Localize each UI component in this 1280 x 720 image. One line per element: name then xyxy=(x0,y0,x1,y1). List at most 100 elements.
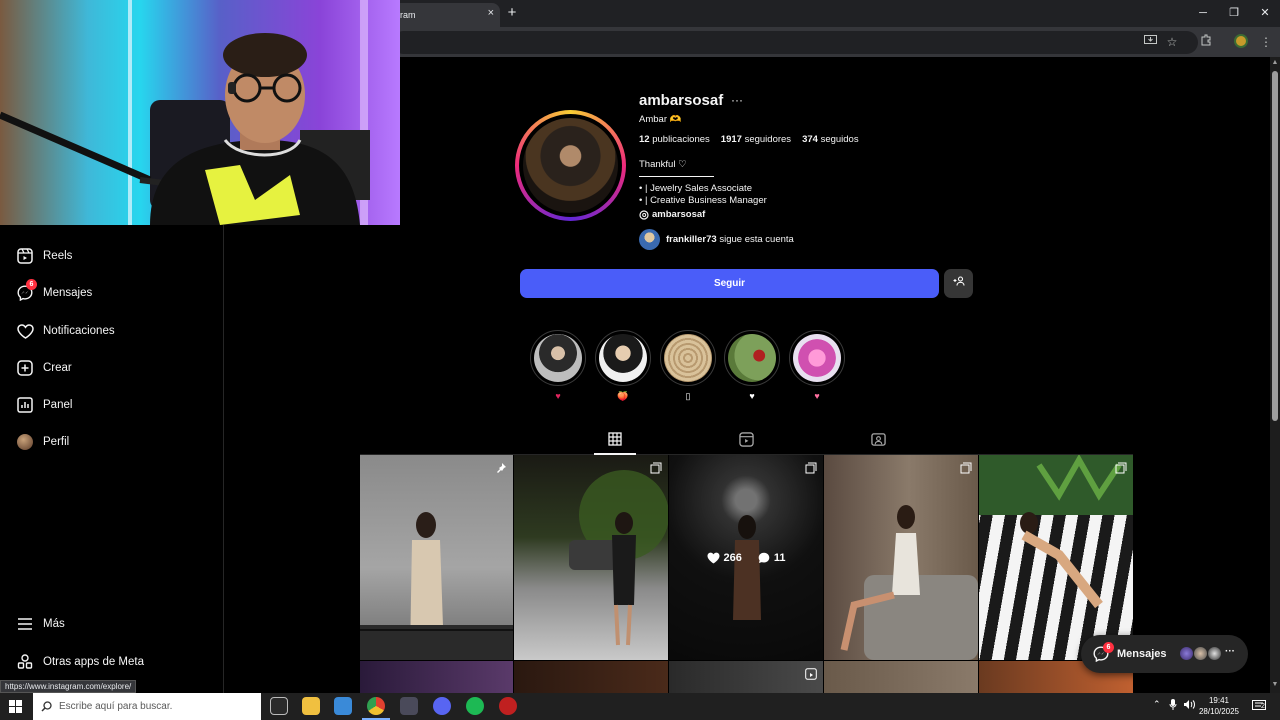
following-count: 374 xyxy=(802,134,818,145)
posts-label: publicaciones xyxy=(652,134,710,145)
restore-icon[interactable]: ❐ xyxy=(1224,5,1244,21)
post-tile[interactable] xyxy=(360,661,513,693)
post-tile[interactable] xyxy=(669,661,823,693)
highlight-label: ♥ xyxy=(555,391,561,401)
sidebar-item-label: Perfil xyxy=(43,436,70,448)
profile-story-ring[interactable] xyxy=(515,110,626,221)
sidebar-item-reels[interactable]: Reels xyxy=(16,244,72,268)
tab-reels[interactable] xyxy=(737,430,755,448)
minimize-icon[interactable]: ─ xyxy=(1193,5,1213,21)
sidebar-item-create[interactable]: Crear xyxy=(16,356,72,380)
messages-pill[interactable]: 6 Mensajes ··· xyxy=(1081,635,1248,673)
profile-avatar xyxy=(523,118,618,213)
heart-icon xyxy=(707,552,719,563)
post-tile[interactable] xyxy=(514,455,668,660)
messages-pill-badge: 6 xyxy=(1103,642,1114,653)
highlight-label: ▯ xyxy=(685,391,691,401)
highlight-item[interactable] xyxy=(660,330,716,386)
profile-options-icon[interactable]: ··· xyxy=(731,93,743,107)
highlight-item[interactable] xyxy=(595,330,651,386)
spotify-icon[interactable] xyxy=(466,697,484,715)
followed-by-user: frankiller73 xyxy=(666,234,717,245)
sidebar-item-notifications[interactable]: Notificaciones xyxy=(16,319,115,343)
app-icon[interactable] xyxy=(499,697,517,715)
sidebar-item-meta-apps[interactable]: Otras apps de Meta xyxy=(16,650,144,674)
highlight-item[interactable] xyxy=(530,330,586,386)
reel-icon xyxy=(805,667,817,680)
notification-center-icon[interactable]: 2 xyxy=(1252,699,1268,713)
profile-stats: 12 publicaciones 1917 seguidores 374 seg… xyxy=(639,134,859,145)
address-bar[interactable] xyxy=(392,31,1198,54)
follower-avatar xyxy=(639,229,660,250)
carousel-icon xyxy=(1115,461,1127,474)
messages-badge: 6 xyxy=(26,279,37,290)
windows-start-icon[interactable] xyxy=(9,700,22,718)
tab-close-icon[interactable]: × xyxy=(488,7,494,19)
browser-profile-avatar[interactable] xyxy=(1234,34,1248,48)
follow-button[interactable]: Seguir xyxy=(520,269,939,298)
tab-tagged[interactable] xyxy=(869,430,887,448)
post-tile[interactable] xyxy=(360,455,513,660)
followed-by[interactable]: frankiller73 sigue esta cuenta xyxy=(639,229,794,250)
tab-posts[interactable] xyxy=(606,430,624,448)
scroll-down-icon[interactable]: ▼ xyxy=(1271,681,1279,689)
page-scrollbar[interactable]: ▲ ▼ xyxy=(1270,57,1280,693)
threads-link[interactable]: ambarsosaf xyxy=(639,209,705,220)
followers-stat[interactable]: 1917 seguidores xyxy=(721,134,791,145)
browser-menu-icon[interactable]: ⋮ xyxy=(1258,34,1274,50)
extensions-icon[interactable] xyxy=(1198,34,1214,50)
dashboard-icon xyxy=(16,396,34,414)
suggested-accounts-button[interactable] xyxy=(944,269,973,298)
heart-icon xyxy=(16,322,34,340)
clock-date: 28/10/2025 xyxy=(1198,707,1240,716)
file-explorer-icon[interactable] xyxy=(302,697,320,715)
chrome-icon[interactable] xyxy=(367,697,385,715)
highlight-label: 🍑 xyxy=(617,391,629,401)
post-tile[interactable] xyxy=(824,661,978,693)
scroll-thumb[interactable] xyxy=(1272,71,1278,421)
discord-icon[interactable] xyxy=(433,697,451,715)
highlight-item[interactable] xyxy=(724,330,780,386)
highlight-item[interactable] xyxy=(789,330,845,386)
sidebar-item-messages[interactable]: 6 Mensajes xyxy=(16,279,92,305)
posts-count: 12 xyxy=(639,134,650,145)
sidebar-item-label: Reels xyxy=(43,250,73,262)
messages-more-icon[interactable]: ··· xyxy=(1225,646,1235,657)
app-icon[interactable] xyxy=(400,697,418,715)
sidebar-item-panel[interactable]: Panel xyxy=(16,393,72,417)
sidebar-item-label: Más xyxy=(43,618,65,630)
profile-avatar-icon xyxy=(16,433,34,451)
task-view-icon[interactable] xyxy=(270,697,288,715)
clock-time: 19:41 xyxy=(1208,696,1230,705)
sidebar-item-profile[interactable]: Perfil xyxy=(16,430,69,454)
followers-label: seguidores xyxy=(744,134,792,145)
add-person-icon xyxy=(953,276,965,286)
post-tile[interactable] xyxy=(824,455,978,660)
notification-count: 2 xyxy=(1261,703,1265,710)
install-app-icon[interactable] xyxy=(1142,34,1158,50)
tray-chevron-icon[interactable]: ⌃ xyxy=(1153,699,1161,710)
browser-tab[interactable]: ram × xyxy=(392,3,500,27)
bio-divider xyxy=(639,176,714,177)
messenger-icon: 6 xyxy=(16,279,37,302)
scroll-up-icon[interactable]: ▲ xyxy=(1271,59,1279,67)
conversation-avatar xyxy=(1207,646,1222,661)
new-tab-button[interactable]: + xyxy=(504,4,520,22)
following-stat[interactable]: 374 seguidos xyxy=(802,134,859,145)
taskbar-search[interactable]: Escribe aquí para buscar. xyxy=(33,693,261,720)
bookmark-star-icon[interactable]: ☆ xyxy=(1164,34,1180,50)
sidebar-item-label: Notificaciones xyxy=(43,325,115,337)
window-close-icon[interactable]: ✕ xyxy=(1255,5,1275,21)
post-tile[interactable] xyxy=(979,455,1133,660)
followed-by-text: sigue esta cuenta xyxy=(719,234,794,245)
microphone-icon[interactable] xyxy=(1169,699,1177,712)
post-tile[interactable] xyxy=(514,661,668,693)
post-hover-overlay: 266 11 xyxy=(669,455,823,660)
taskbar-clock[interactable]: 19:41 28/10/2025 xyxy=(1195,695,1243,717)
sidebar-item-label: Otras apps de Meta xyxy=(43,656,144,668)
sidebar-item-more[interactable]: Más xyxy=(16,612,65,636)
store-icon[interactable] xyxy=(334,697,352,715)
following-label: seguidos xyxy=(820,134,859,145)
threads-icon xyxy=(639,209,649,220)
post-tile-hovered[interactable]: 266 11 xyxy=(669,455,823,660)
